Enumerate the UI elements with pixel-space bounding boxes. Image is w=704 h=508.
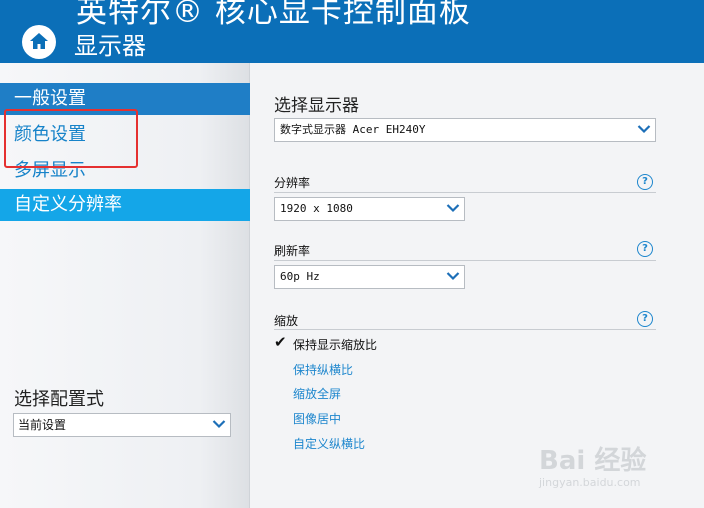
page-title: 显示器 xyxy=(74,32,146,60)
chevron-down-icon xyxy=(212,420,226,429)
highlight-annotation-box xyxy=(4,109,138,168)
refresh-rate-label: 刷新率 xyxy=(274,244,311,258)
divider xyxy=(274,329,656,330)
app-header: 英特尔® 核心显卡控制面板 显示器 xyxy=(0,0,704,63)
watermark: Bai 经验 jingyan.baidu.com xyxy=(539,430,699,500)
preset-label: 选择配置式 xyxy=(14,389,104,410)
display-value: 数字式显示器 Acer EH240Y xyxy=(280,123,426,136)
checkmark-icon: ✔ xyxy=(274,333,287,351)
watermark-url: jingyan.baidu.com xyxy=(539,476,641,489)
sidebar: 一般设置 颜色设置 多屏显示 自定义分辨率 选择配置式 当前设置 xyxy=(0,63,250,508)
help-icon[interactable]: ? xyxy=(637,241,653,257)
home-button[interactable] xyxy=(22,25,56,59)
scaling-option-custom-aspect-ratio[interactable]: 自定义纵横比 xyxy=(293,435,365,452)
resolution-label: 分辨率 xyxy=(274,176,311,190)
help-icon[interactable]: ? xyxy=(637,311,653,327)
resolution-value: 1920 x 1080 xyxy=(280,202,353,215)
sidebar-item-custom-resolution[interactable]: 自定义分辨率 xyxy=(0,189,250,221)
scaling-label: 缩放 xyxy=(274,314,299,328)
chevron-down-icon xyxy=(637,125,651,134)
preset-value: 当前设置 xyxy=(18,418,67,432)
preset-select[interactable]: 当前设置 xyxy=(13,413,231,437)
refresh-rate-value: 60p Hz xyxy=(280,270,320,283)
resolution-select[interactable]: 1920 x 1080 xyxy=(274,197,465,221)
main-panel: 选择显示器 数字式显示器 Acer EH240Y 分辨率 ? 1920 x 10… xyxy=(251,63,704,508)
divider xyxy=(274,192,656,193)
select-display-label: 选择显示器 xyxy=(274,96,359,116)
display-select[interactable]: 数字式显示器 Acer EH240Y xyxy=(274,118,656,142)
scaling-option-full-screen[interactable]: 缩放全屏 xyxy=(293,385,341,402)
scaling-option-keep-display-scaling[interactable]: 保持显示缩放比 xyxy=(293,336,377,353)
chevron-down-icon xyxy=(446,272,460,281)
watermark-text: Bai 经验 xyxy=(539,446,647,476)
chevron-down-icon xyxy=(446,204,460,213)
divider xyxy=(274,260,656,261)
help-icon[interactable]: ? xyxy=(637,174,653,190)
refresh-rate-select[interactable]: 60p Hz xyxy=(274,265,465,289)
scaling-option-keep-aspect-ratio[interactable]: 保持纵横比 xyxy=(293,361,353,378)
home-icon xyxy=(30,33,48,49)
scaling-option-center-image[interactable]: 图像居中 xyxy=(293,410,341,427)
